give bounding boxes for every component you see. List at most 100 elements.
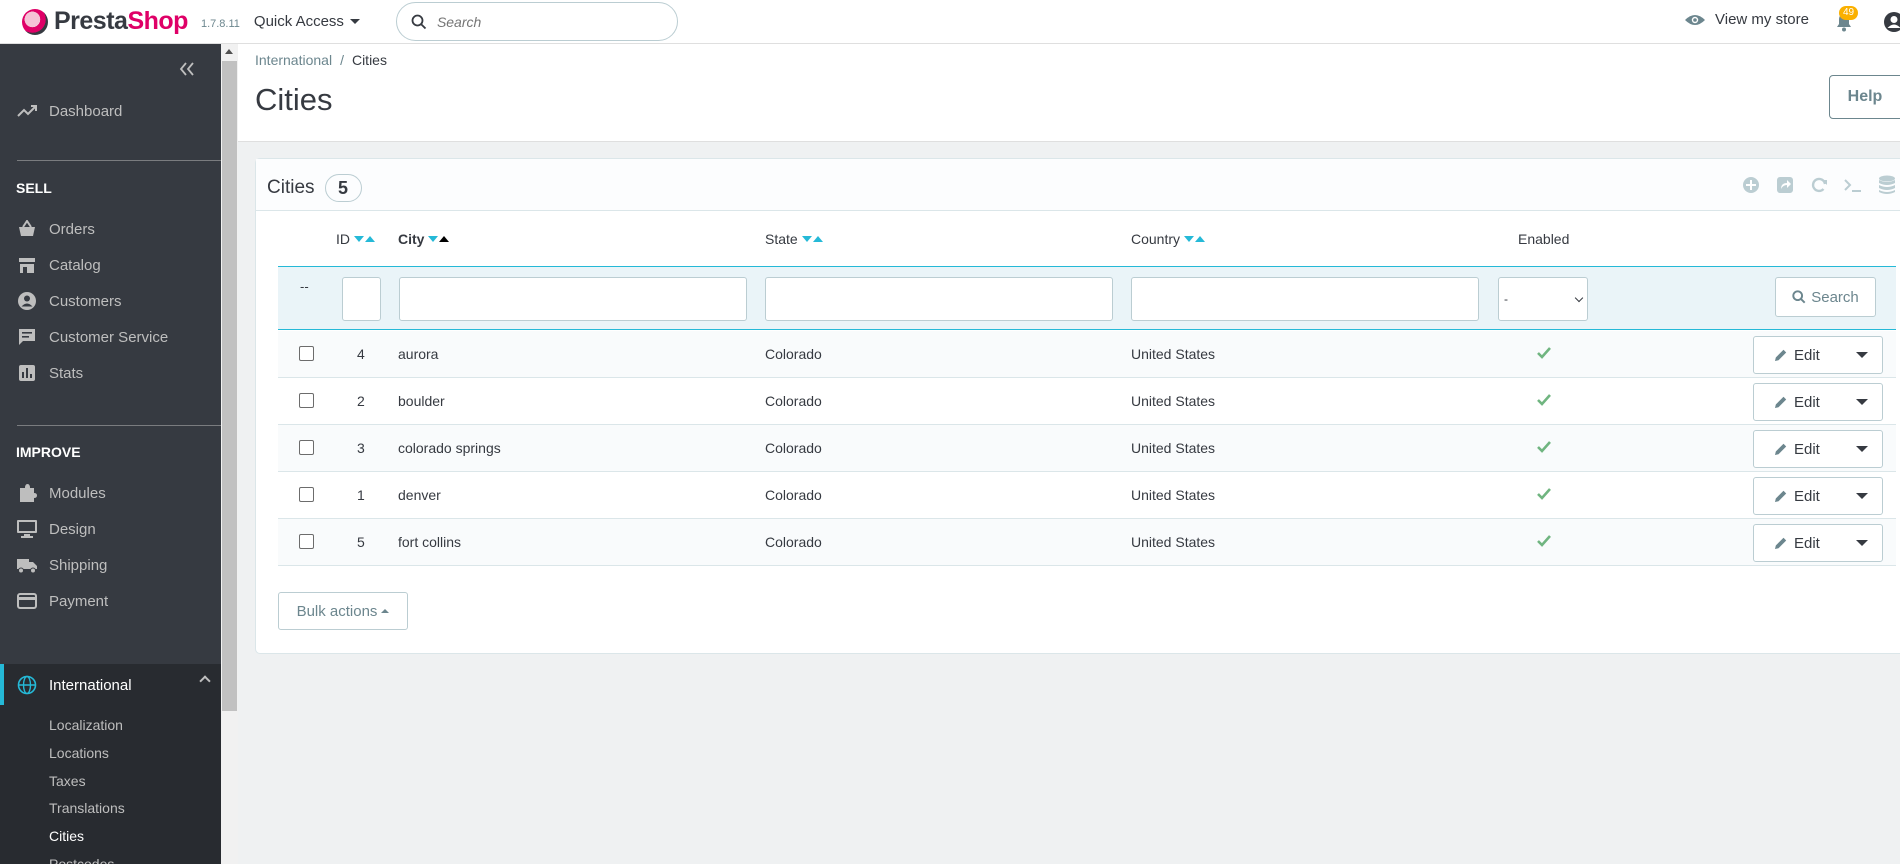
row-actions-dropdown[interactable] (1842, 478, 1882, 514)
row-actions-dropdown[interactable] (1842, 384, 1882, 420)
column-header-label: Enabled (1518, 231, 1570, 247)
add-new-button[interactable] (1740, 174, 1762, 196)
column-header-label: Country (1131, 231, 1181, 247)
breadcrumb-parent[interactable]: International (255, 52, 332, 68)
sort-asc-active-icon[interactable] (439, 236, 450, 242)
sidebar-divider (17, 425, 221, 426)
chevron-down-icon (349, 19, 360, 24)
row-actions-dropdown[interactable] (1842, 525, 1882, 561)
column-header-label: State (765, 231, 798, 247)
cell-id: 2 (357, 393, 365, 409)
column-header-state[interactable]: State (765, 231, 823, 247)
sidebar-item-orders[interactable]: Orders (0, 211, 221, 247)
caret-down-icon (1856, 540, 1868, 546)
cell-country: United States (1131, 440, 1216, 456)
sidebar-item-label: Design (49, 520, 96, 538)
sidebar-item-label: International (49, 676, 132, 694)
user-avatar-button[interactable] (1883, 11, 1900, 36)
submenu-item-localization[interactable]: Localization (49, 717, 123, 733)
filter-search-button[interactable]: Search (1775, 277, 1876, 317)
filter-state-input[interactable] (765, 277, 1113, 321)
table-row[interactable]: 2 boulder Colorado United States Edit (278, 378, 1896, 425)
sidebar-scrollbar[interactable] (221, 44, 238, 864)
submenu-item-cities[interactable]: Cities (49, 828, 84, 844)
submenu-item-postcodes[interactable]: Postcodes (49, 856, 114, 864)
view-my-store-label: View my store (1715, 11, 1809, 28)
sort-desc-icon[interactable] (354, 236, 364, 242)
row-actions-dropdown[interactable] (1842, 431, 1882, 467)
check-icon[interactable] (1537, 393, 1551, 409)
globe-icon (16, 674, 38, 696)
edit-button[interactable]: Edit (1754, 525, 1842, 561)
edit-button[interactable]: Edit (1754, 478, 1842, 514)
edit-button[interactable]: Edit (1754, 337, 1842, 373)
filter-city-input[interactable] (399, 277, 747, 321)
sidebar-item-dashboard[interactable]: Dashboard (0, 93, 221, 129)
column-header-id[interactable]: ID (336, 231, 375, 247)
table-row[interactable]: 3 colorado springs Colorado United State… (278, 425, 1896, 472)
view-my-store-link[interactable]: View my store (1684, 11, 1809, 28)
sidebar-item-modules[interactable]: Modules (0, 475, 221, 511)
pencil-icon (1775, 396, 1787, 408)
sort-desc-icon[interactable] (801, 236, 812, 242)
sort-asc-icon[interactable] (812, 236, 823, 242)
cell-city: colorado springs (398, 440, 501, 456)
top-search-input[interactable] (436, 13, 657, 30)
top-search-box[interactable] (395, 2, 678, 41)
filter-id-input[interactable] (342, 277, 381, 321)
sidebar-item-customers[interactable]: Customers (0, 283, 221, 319)
check-icon[interactable] (1537, 346, 1551, 362)
edit-button[interactable]: Edit (1754, 431, 1842, 467)
sort-asc-icon[interactable] (1195, 236, 1206, 242)
table-row[interactable]: 1 denver Colorado United States Edit (278, 472, 1896, 519)
quick-access-dropdown[interactable]: Quick Access (254, 13, 360, 30)
row-checkbox[interactable] (299, 440, 314, 455)
sidebar-item-catalog[interactable]: Catalog (0, 247, 221, 283)
sidebar: Dashboard SELL Orders Catalog Customers … (0, 44, 221, 864)
column-header-country[interactable]: Country (1131, 231, 1206, 247)
help-button[interactable]: Help (1829, 75, 1900, 119)
scroll-up-arrow-icon[interactable] (225, 49, 233, 54)
submenu-item-taxes[interactable]: Taxes (49, 773, 86, 789)
sidebar-item-customer-service[interactable]: Customer Service (0, 319, 221, 355)
check-icon[interactable] (1537, 487, 1551, 503)
sort-arrows (801, 236, 823, 242)
row-checkbox[interactable] (299, 346, 314, 361)
add-circle-icon (1743, 177, 1759, 193)
check-icon[interactable] (1537, 440, 1551, 456)
chat-icon (16, 326, 38, 348)
prestashop-logo[interactable]: PrestaShop (22, 7, 188, 36)
row-actions: Edit (1753, 477, 1883, 515)
check-icon[interactable] (1537, 534, 1551, 550)
sidebar-item-international[interactable]: International (0, 664, 221, 706)
scrollbar-thumb[interactable] (222, 61, 237, 711)
bulk-actions-label: Bulk actions (296, 602, 378, 620)
submenu-item-locations[interactable]: Locations (49, 745, 109, 761)
table-row[interactable]: 4 aurora Colorado United States Edit (278, 331, 1896, 378)
sidebar-item-design[interactable]: Design (0, 511, 221, 547)
sidebar-item-shipping[interactable]: Shipping (0, 547, 221, 583)
sidebar-item-payment[interactable]: Payment (0, 583, 221, 619)
collapse-sidebar-button[interactable] (179, 59, 195, 82)
filter-enabled-select[interactable]: - (1498, 277, 1588, 321)
sort-desc-icon[interactable] (428, 236, 439, 242)
sort-asc-icon[interactable] (365, 236, 375, 242)
sidebar-item-stats[interactable]: Stats (0, 355, 221, 391)
row-checkbox[interactable] (299, 534, 314, 549)
refresh-button[interactable] (1808, 174, 1830, 196)
row-checkbox[interactable] (299, 487, 314, 502)
edit-button[interactable]: Edit (1754, 384, 1842, 420)
column-header-city[interactable]: City (398, 231, 450, 247)
submenu-item-translations[interactable]: Translations (49, 800, 125, 816)
export-button[interactable] (1774, 174, 1796, 196)
sql-query-button[interactable] (1842, 174, 1864, 196)
database-export-button[interactable] (1876, 174, 1898, 196)
table-row[interactable]: 5 fort collins Colorado United States Ed… (278, 519, 1896, 566)
row-actions-dropdown[interactable] (1842, 337, 1882, 373)
bulk-actions-button[interactable]: Bulk actions (278, 592, 408, 630)
puzzle-icon (16, 482, 38, 504)
sort-desc-icon[interactable] (1184, 236, 1195, 242)
terminal-icon (1844, 179, 1861, 192)
row-checkbox[interactable] (299, 393, 314, 408)
filter-country-input[interactable] (1131, 277, 1479, 321)
